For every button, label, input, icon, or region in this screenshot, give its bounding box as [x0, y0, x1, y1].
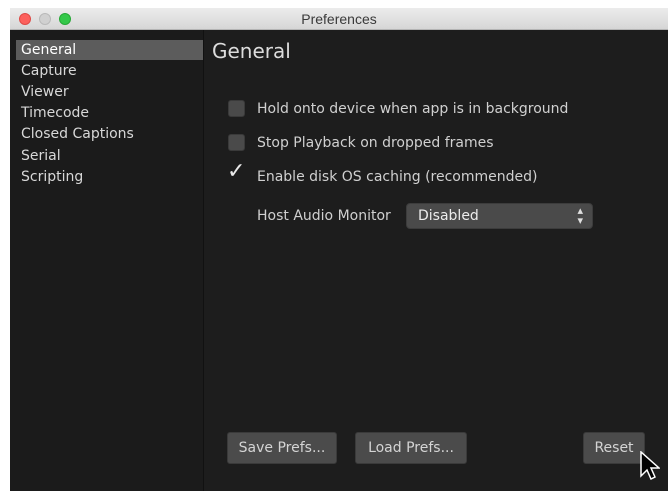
preferences-window: Preferences General Capture Viewer Timec… [10, 8, 668, 491]
window-title: Preferences [301, 11, 377, 27]
host-audio-monitor-label: Host Audio Monitor [257, 208, 391, 224]
sidebar-item-timecode[interactable]: Timecode [16, 103, 203, 123]
checkmark-icon: ✓ [227, 159, 246, 184]
stop-playback-label: Stop Playback on dropped frames [257, 135, 494, 151]
sidebar-item-closed-captions[interactable]: Closed Captions [16, 124, 203, 144]
hold-device-checkbox[interactable] [228, 100, 245, 117]
sidebar-item-viewer[interactable]: Viewer [16, 82, 203, 102]
sidebar-item-capture[interactable]: Capture [16, 61, 203, 81]
title-bar[interactable]: Preferences [10, 8, 668, 30]
sidebar: General Capture Viewer Timecode Closed C… [10, 30, 204, 491]
stop-playback-checkbox[interactable] [228, 134, 245, 151]
option-stop-playback[interactable]: Stop Playback on dropped frames [228, 133, 628, 153]
section-title: General [212, 39, 291, 63]
sidebar-item-scripting[interactable]: Scripting [16, 167, 203, 187]
host-audio-monitor-select[interactable]: Disabled ▴ ▾ [406, 203, 593, 229]
disk-caching-checkbox[interactable]: ✓ [227, 159, 245, 185]
reset-button[interactable]: Reset [583, 432, 645, 464]
mouse-pointer-icon [640, 451, 660, 481]
host-audio-monitor-value: Disabled [418, 208, 479, 224]
sidebar-item-general[interactable]: General [16, 40, 203, 60]
disk-caching-label: Enable disk OS caching (recommended) [257, 169, 538, 185]
hold-device-label: Hold onto device when app is in backgrou… [257, 101, 569, 117]
option-disk-caching[interactable]: ✓ Enable disk OS caching (recommended) [227, 159, 628, 187]
updown-arrows-icon: ▴ ▾ [577, 204, 583, 227]
sidebar-item-serial[interactable]: Serial [16, 146, 203, 166]
save-prefs-button[interactable]: Save Prefs... [227, 432, 337, 464]
load-prefs-button[interactable]: Load Prefs... [355, 432, 467, 464]
option-hold-device[interactable]: Hold onto device when app is in backgrou… [228, 99, 628, 119]
